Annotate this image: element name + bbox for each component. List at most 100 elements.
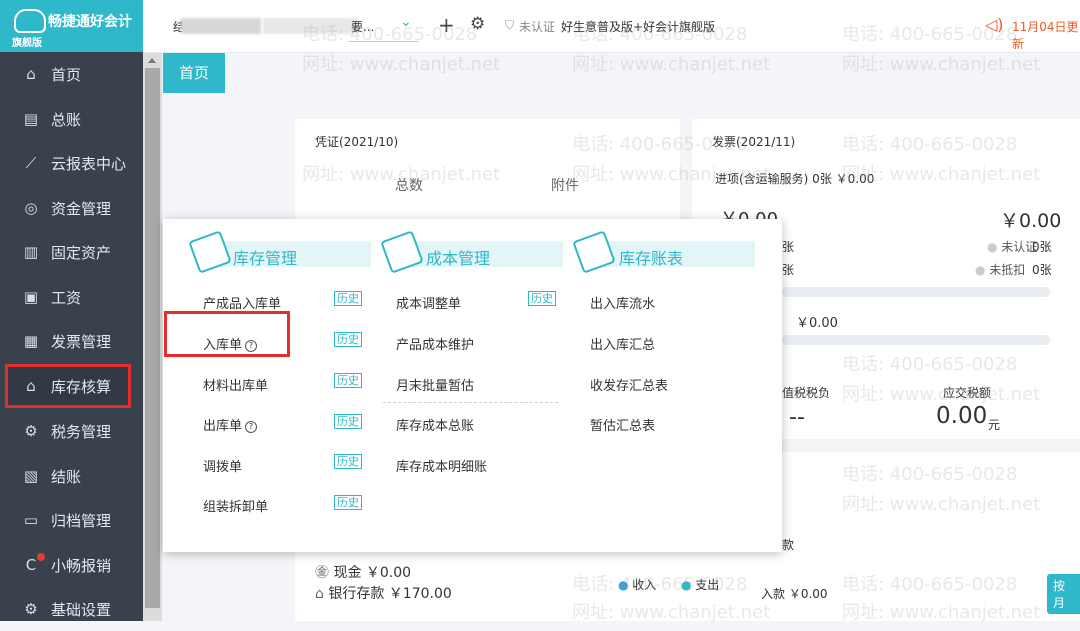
voucher-card: 凭证(2021/10) 总数 附件 (295, 119, 680, 224)
history-link[interactable]: 历史 (334, 291, 362, 306)
sidebar-item-settings[interactable]: ⚙ 基础设置 (0, 587, 143, 631)
gear-icon[interactable]: ⚙ (470, 14, 485, 34)
speaker-icon[interactable]: ◁) (985, 15, 1004, 34)
menu-item-stock-summary[interactable]: 收发存汇总表 (590, 375, 668, 394)
undeducted-count: 0张 (1032, 263, 1052, 277)
select-underline (348, 41, 418, 42)
warehouse-icon: ⌂ (26, 377, 36, 395)
ledger-icon: ▤ (23, 110, 39, 128)
invoice-inbound: 进项(含运输服务) 0张 ￥0.00 (715, 172, 875, 186)
menu-item-finished-goods-receipt[interactable]: 产成品入库单 (203, 293, 281, 312)
home-icon: ⌂ (26, 65, 36, 83)
history-link[interactable]: 历史 (334, 373, 362, 388)
invoice-icon: ▦ (23, 332, 39, 350)
checkout-icon: ▧ (23, 467, 39, 485)
sidebar-item-reimburse[interactable]: C 小畅报销 (0, 543, 143, 587)
section-inventory-reports: 库存账表 (572, 230, 757, 274)
section-cost-mgmt: 成本管理 (380, 230, 565, 274)
history-link[interactable]: 历史 (334, 495, 362, 510)
menu-item-estimate-summary[interactable]: 暂估汇总表 (590, 415, 655, 434)
sidebar-scrollbar[interactable] (143, 52, 162, 621)
blurred-company-name (181, 18, 261, 34)
settings-icon: ⚙ (24, 600, 38, 618)
app-edition: 旗舰版 (12, 38, 42, 49)
menu-item-material-issue[interactable]: 材料出库单 (203, 375, 268, 394)
cash-icon: ㊎ (315, 565, 334, 581)
menu-item-cost-detail[interactable]: 库存成本明细账 (396, 456, 487, 475)
scroll-up-icon[interactable] (148, 58, 156, 63)
sidebar-item-checkout[interactable]: ▧ 结账 (0, 454, 143, 498)
sidebar: 畅捷通好会计 旗舰版 ⌂ 首页 ▤ 总账 ⟋ 云报表中心 ◎ 资金管理 ▥ 固定资产 ▣ 工… (0, 0, 143, 621)
menu-item-product-cost[interactable]: 产品成本维护 (396, 334, 474, 353)
highlight-box (164, 311, 290, 357)
product-name: 好生意普及版+好会计旗舰版 (561, 20, 716, 34)
receivable-value: 入款 ￥0.00 (761, 587, 828, 601)
menu-item-month-end-estimate[interactable]: 月末批量暂估 (396, 375, 474, 394)
cash-value: ㊎ 现金 ￥0.00 (315, 565, 412, 581)
voucher-title: 凭证(2021/10) (315, 135, 399, 149)
scroll-thumb[interactable] (145, 68, 160, 608)
menu-item-assembly[interactable]: 组装拆卸单 (203, 496, 268, 515)
app-title: 畅捷通好会计 (48, 14, 132, 30)
menu-item-transfer[interactable]: 调拨单 (203, 456, 242, 475)
inventory-reports-icon (572, 230, 616, 274)
history-link[interactable]: 历史 (334, 414, 362, 429)
payable-label: 应交税额 (943, 386, 992, 400)
invoice-amount-right: ￥0.00 (1000, 210, 1062, 232)
company-select[interactable]: 要... (351, 18, 374, 35)
sidebar-item-archive[interactable]: ▭ 归档管理 (0, 498, 143, 542)
chevron-down-icon[interactable]: ⌄ (400, 14, 412, 30)
sidebar-item-inventory[interactable]: ⌂ 库存核算 (5, 364, 131, 408)
topbar: 结 要... ⌄ + ⚙ ⛉ 未认证 好生意普及版+好会计旗舰版 ◁) 11月0… (143, 0, 1080, 53)
sidebar-item-ledger[interactable]: ▤ 总账 (0, 97, 143, 141)
help-icon: ? (245, 421, 258, 433)
history-link[interactable]: 历史 (528, 291, 556, 306)
app-logo[interactable]: 畅捷通好会计 旗舰版 (0, 0, 143, 52)
invoice-title: 发票(2021/11) (712, 135, 796, 149)
menu-item-io-flow[interactable]: 出入库流水 (590, 293, 655, 312)
menu-divider (383, 402, 558, 403)
sidebar-item-tax[interactable]: ⚙ 税务管理 (0, 409, 143, 453)
salary-icon: ▣ (23, 288, 39, 306)
menu-item-issue[interactable]: 出库单? (203, 415, 258, 434)
inventory-popup-menu: 库存管理 产成品入库单 历史 入库单? 历史 材料出库单 历史 出库单? 历史 … (163, 219, 782, 552)
sidebar-item-invoice[interactable]: ▦ 发票管理 (0, 319, 143, 363)
bank-icon: ⌂ (315, 586, 329, 602)
history-link[interactable]: 历史 (334, 454, 362, 469)
cost-mgmt-icon (380, 230, 424, 274)
invoice-bar-1 (782, 287, 1050, 297)
cloud-logo-icon (14, 9, 46, 33)
zhang-label-1: 张 (782, 240, 795, 254)
inventory-mgmt-icon (188, 230, 232, 274)
tab-home[interactable]: 首页 (163, 53, 225, 93)
sidebar-item-salary[interactable]: ▣ 工资 (0, 275, 143, 319)
sidebar-item-funds[interactable]: ◎ 资金管理 (0, 186, 143, 230)
sidebar-item-home[interactable]: ⌂ 首页 (0, 52, 143, 96)
menu-item-io-summary[interactable]: 出入库汇总 (590, 334, 655, 353)
auth-status[interactable]: 未认证 (519, 18, 555, 35)
blurred-company-name-2 (263, 18, 358, 34)
unverified-count: 0张 (1032, 240, 1052, 254)
vat-value: -- (789, 405, 805, 430)
section-title: 成本管理 (426, 249, 491, 268)
shield-icon: ⛉ (505, 18, 515, 32)
vat-label: 值税税负 (782, 386, 831, 400)
archive-icon: ▭ (23, 511, 39, 529)
watermark-site: 网址: www.chanjet.net (302, 54, 501, 75)
bank-value: ⌂ 银行存款 ￥170.00 (315, 586, 452, 602)
sidebar-item-assets[interactable]: ▥ 固定资产 (0, 230, 143, 274)
section-title: 库存账表 (619, 249, 684, 268)
legend-income: ● 收入 (618, 578, 657, 592)
month-button[interactable]: 按月 (1047, 574, 1080, 614)
chart-icon: ⟋ (25, 154, 37, 172)
sidebar-item-reports[interactable]: ⟋ 云报表中心 (0, 141, 143, 185)
date-notice[interactable]: 11月04日更新 (1012, 18, 1080, 52)
payable-unit: 元 (988, 418, 1001, 432)
section-title: 库存管理 (233, 249, 298, 268)
voucher-attach-label: 附件 (551, 178, 579, 194)
add-icon[interactable]: + (438, 13, 455, 37)
history-link[interactable]: 历史 (334, 332, 362, 347)
menu-item-cost-adjust[interactable]: 成本调整单 (396, 293, 461, 312)
menu-item-cost-ledger[interactable]: 库存成本总账 (396, 415, 474, 434)
legend-expense: ● 支出 (681, 578, 720, 592)
